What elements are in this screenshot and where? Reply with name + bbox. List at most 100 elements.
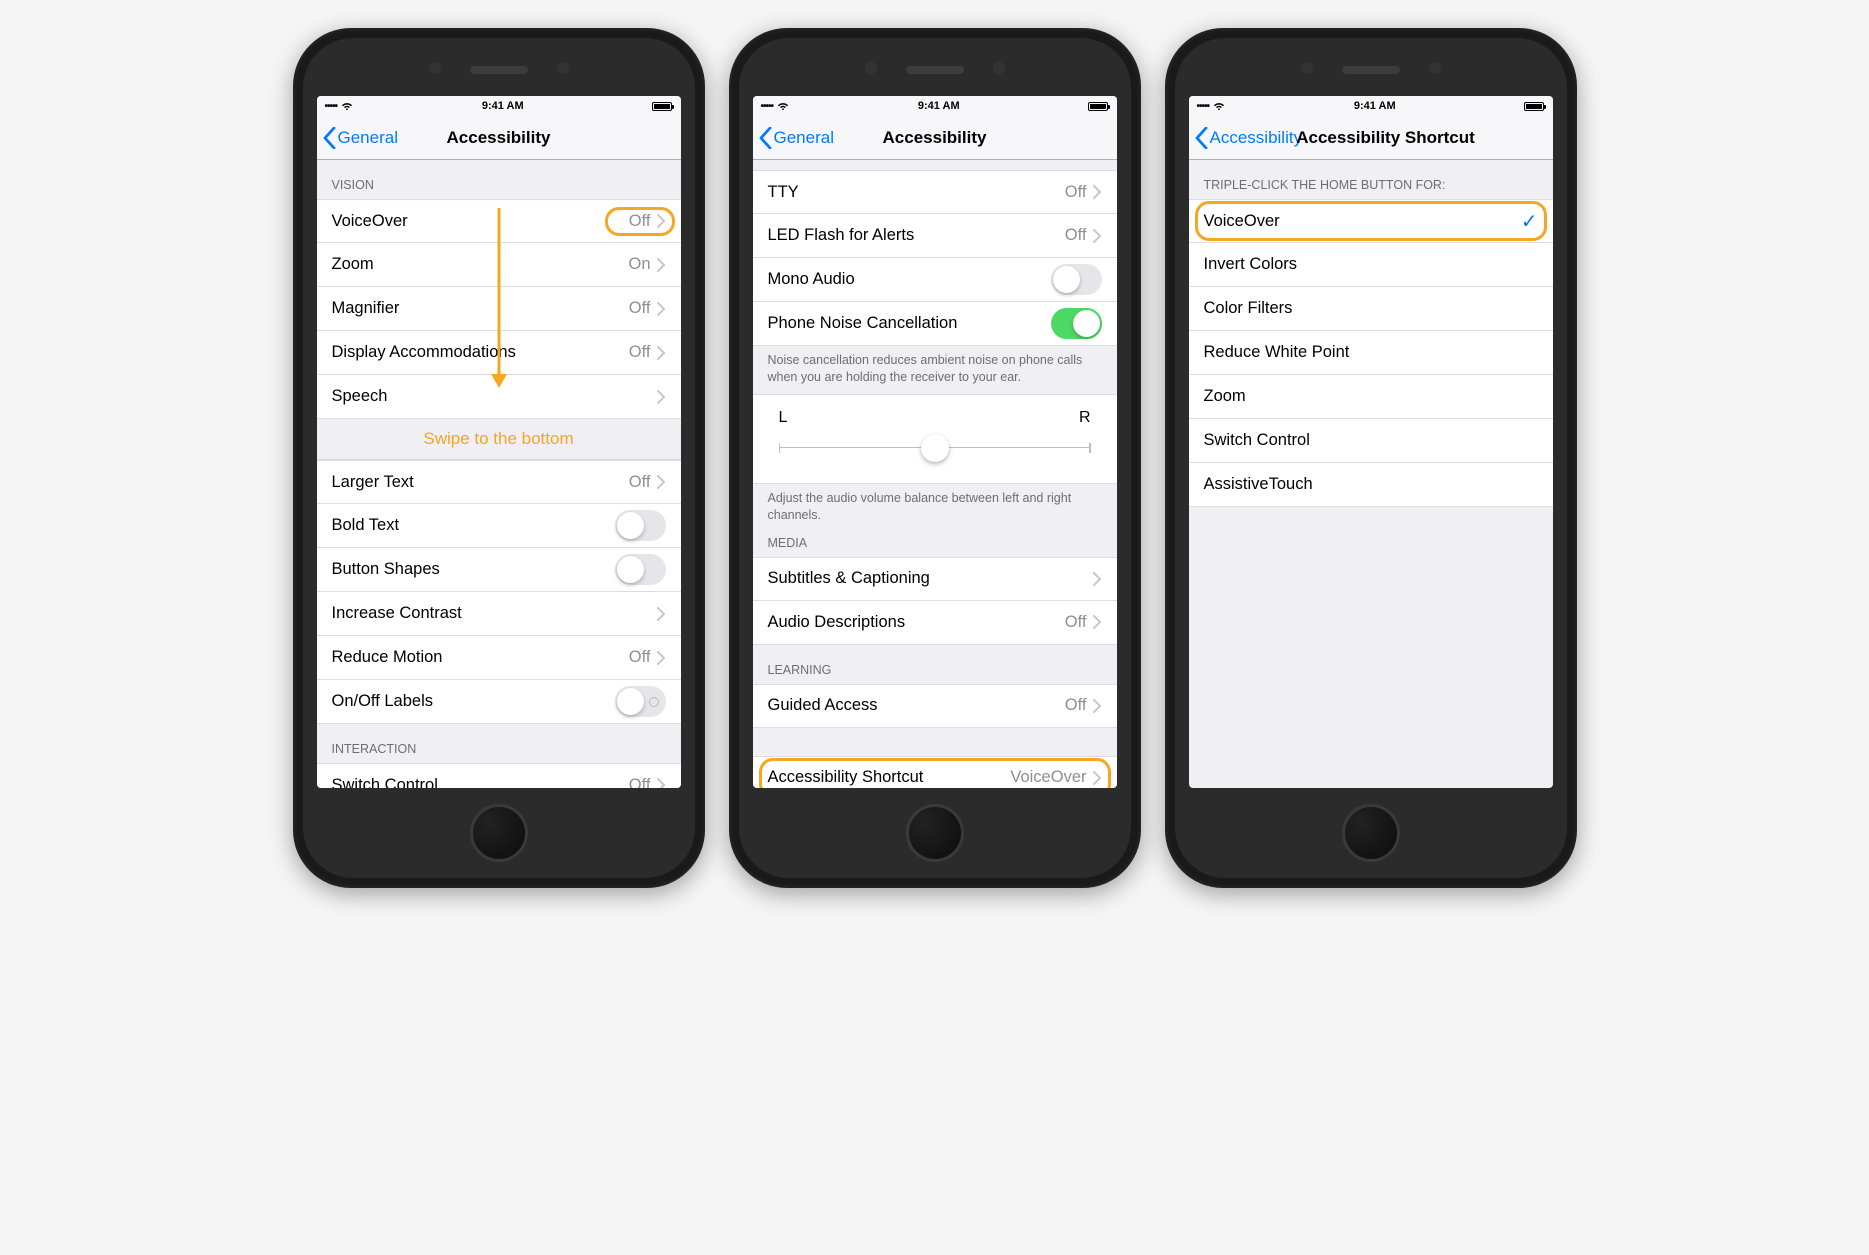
back-label: General	[338, 128, 398, 148]
chevron-right-icon	[1093, 699, 1102, 713]
row-label: VoiceOver	[1204, 212, 1521, 231]
audio-balance-slider[interactable]	[779, 433, 1091, 463]
speaker-grille	[470, 66, 528, 74]
chevron-right-icon	[657, 346, 666, 360]
row-tty[interactable]: TTY Off	[753, 170, 1117, 214]
option-invert-colors[interactable]: Invert Colors	[1189, 243, 1553, 287]
wifi-icon	[341, 100, 353, 113]
row-led-flash[interactable]: LED Flash for Alerts Off	[753, 214, 1117, 258]
settings-content[interactable]: TRIPLE-CLICK THE HOME BUTTON FOR: VoiceO…	[1189, 160, 1553, 788]
home-button[interactable]	[470, 804, 528, 862]
option-zoom[interactable]: Zoom	[1189, 375, 1553, 419]
checkmark-icon: ✓	[1521, 209, 1538, 234]
row-voiceover[interactable]: VoiceOver Off	[317, 199, 681, 243]
row-reduce-motion[interactable]: Reduce Motion Off	[317, 636, 681, 680]
chevron-left-icon	[323, 127, 336, 149]
section-header-interaction: INTERACTION	[317, 724, 681, 763]
row-label: Button Shapes	[332, 560, 615, 579]
settings-content[interactable]: VISION VoiceOver Off Zoom On Magnifier O…	[317, 160, 681, 788]
back-label: General	[774, 128, 834, 148]
cellular-signal-icon: •••••	[1197, 101, 1210, 112]
toggle-mono-audio[interactable]	[1051, 264, 1102, 295]
slider-footer: Adjust the audio volume balance between …	[753, 484, 1117, 532]
toggle-onoff-labels[interactable]	[615, 686, 666, 717]
row-display-accommodations[interactable]: Display Accommodations Off	[317, 331, 681, 375]
section-header-media: MEDIA	[753, 532, 1117, 557]
chevron-right-icon	[1093, 572, 1102, 586]
slider-left-label: L	[779, 409, 788, 427]
row-label: Mono Audio	[768, 270, 1051, 289]
row-label: Magnifier	[332, 299, 629, 318]
option-assistive-touch[interactable]: AssistiveTouch	[1189, 463, 1553, 507]
row-label: Color Filters	[1204, 299, 1538, 318]
status-bar: ••••• 9:41 AM	[753, 96, 1117, 116]
chevron-right-icon	[1093, 615, 1102, 629]
option-reduce-white-point[interactable]: Reduce White Point	[1189, 331, 1553, 375]
row-audio-descriptions[interactable]: Audio Descriptions Off	[753, 601, 1117, 645]
row-mono-audio[interactable]: Mono Audio	[753, 258, 1117, 302]
option-voiceover[interactable]: VoiceOver ✓	[1189, 199, 1553, 243]
toggle-button-shapes[interactable]	[615, 554, 666, 585]
noise-cancellation-footer: Noise cancellation reduces ambient noise…	[753, 346, 1117, 394]
row-speech[interactable]: Speech	[317, 375, 681, 419]
row-value: Off	[629, 648, 651, 667]
option-color-filters[interactable]: Color Filters	[1189, 287, 1553, 331]
row-onoff-labels[interactable]: On/Off Labels	[317, 680, 681, 724]
row-label: Increase Contrast	[332, 604, 657, 623]
back-button[interactable]: General	[323, 127, 398, 149]
chevron-right-icon	[1093, 229, 1102, 243]
row-value: Off	[1065, 696, 1087, 715]
row-value: Off	[1065, 226, 1087, 245]
row-subtitles[interactable]: Subtitles & Captioning	[753, 557, 1117, 601]
row-increase-contrast[interactable]: Increase Contrast	[317, 592, 681, 636]
phone-frame-2: ••••• 9:41 AM General Accessibility TTY	[729, 28, 1141, 888]
nav-bar: General Accessibility	[317, 116, 681, 160]
back-button[interactable]: Accessibility	[1195, 127, 1303, 149]
row-label: AssistiveTouch	[1204, 475, 1538, 494]
option-switch-control[interactable]: Switch Control	[1189, 419, 1553, 463]
row-guided-access[interactable]: Guided Access Off	[753, 684, 1117, 728]
row-value: Off	[1065, 613, 1087, 632]
slider-right-label: R	[1079, 409, 1091, 427]
row-magnifier[interactable]: Magnifier Off	[317, 287, 681, 331]
home-button[interactable]	[1342, 804, 1400, 862]
screen-3: ••••• 9:41 AM Accessibility Accessibilit…	[1189, 96, 1553, 788]
row-label: Bold Text	[332, 516, 615, 535]
chevron-right-icon	[657, 302, 666, 316]
battery-icon	[1524, 102, 1544, 111]
proximity-sensor	[1429, 62, 1441, 74]
row-larger-text[interactable]: Larger Text Off	[317, 460, 681, 504]
toggle-noise-cancellation[interactable]	[1051, 308, 1102, 339]
row-label: VoiceOver	[332, 212, 629, 231]
row-label: Audio Descriptions	[768, 613, 1065, 632]
nav-bar: Accessibility Accessibility Shortcut	[1189, 116, 1553, 160]
battery-icon	[1088, 102, 1108, 111]
back-button[interactable]: General	[759, 127, 834, 149]
cellular-signal-icon: •••••	[761, 101, 774, 112]
toggle-bold-text[interactable]	[615, 510, 666, 541]
speaker-grille	[906, 66, 964, 74]
swipe-annotation: Swipe to the bottom	[317, 419, 681, 460]
row-button-shapes[interactable]: Button Shapes	[317, 548, 681, 592]
row-bold-text[interactable]: Bold Text	[317, 504, 681, 548]
chevron-right-icon	[1093, 771, 1102, 785]
section-header-learning: LEARNING	[753, 645, 1117, 684]
row-label: Accessibility Shortcut	[768, 768, 1011, 787]
chevron-right-icon	[1093, 185, 1102, 199]
status-bar: ••••• 9:41 AM	[1189, 96, 1553, 116]
row-accessibility-shortcut[interactable]: Accessibility Shortcut VoiceOver	[753, 756, 1117, 789]
settings-content[interactable]: TTY Off LED Flash for Alerts Off Mono Au…	[753, 160, 1117, 788]
audio-balance-slider-row: L R	[753, 394, 1117, 484]
chevron-left-icon	[759, 127, 772, 149]
row-zoom[interactable]: Zoom On	[317, 243, 681, 287]
row-value: Off	[1065, 183, 1087, 202]
row-switch-control[interactable]: Switch Control Off	[317, 763, 681, 788]
section-header-vision: VISION	[317, 160, 681, 199]
chevron-right-icon	[657, 651, 666, 665]
home-button[interactable]	[906, 804, 964, 862]
proximity-sensor	[993, 62, 1005, 74]
row-noise-cancellation[interactable]: Phone Noise Cancellation	[753, 302, 1117, 346]
row-label: Guided Access	[768, 696, 1065, 715]
status-time: 9:41 AM	[482, 100, 524, 112]
chevron-right-icon	[657, 390, 666, 404]
